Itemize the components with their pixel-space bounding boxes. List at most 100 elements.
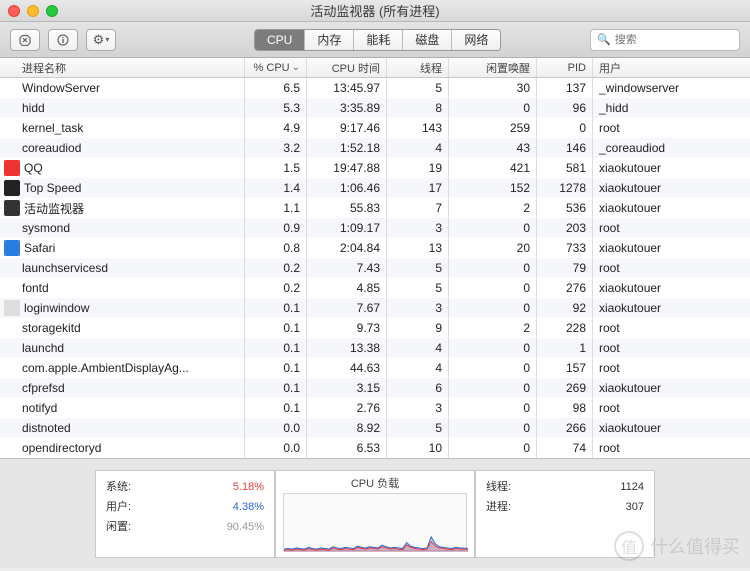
table-row[interactable]: fontd0.24.8550276xiaokutouer — [0, 278, 750, 298]
table-row[interactable]: distnoted0.08.9250266xiaokutouer — [0, 418, 750, 438]
cell-pid: 536 — [537, 198, 593, 218]
table-row[interactable]: launchd0.113.38401root — [0, 338, 750, 358]
cell-time: 4.85 — [307, 278, 387, 298]
table-header: 进程名称 % CPU CPU 时间 线程 闲置唤醒 PID 用户 — [0, 58, 750, 78]
cell-time: 9.73 — [307, 318, 387, 338]
table-row[interactable]: 活动监视器1.155.8372536xiaokutouer — [0, 198, 750, 218]
cell-user: xiaokutouer — [593, 198, 750, 218]
table-row[interactable]: sysmond0.91:09.1730203root — [0, 218, 750, 238]
column-header-user[interactable]: 用户 — [593, 58, 750, 77]
process-name: hidd — [22, 101, 45, 115]
cell-cpu: 0.9 — [245, 218, 307, 238]
table-row[interactable]: storagekitd0.19.7392228root — [0, 318, 750, 338]
cell-user: root — [593, 318, 750, 338]
table-row[interactable]: QQ1.519:47.8819421581xiaokutouer — [0, 158, 750, 178]
table-row[interactable]: coreaudiod3.21:52.18443146_coreaudiod — [0, 138, 750, 158]
column-header-threads[interactable]: 线程 — [387, 58, 449, 77]
inspect-process-button[interactable] — [48, 29, 78, 51]
column-header-name[interactable]: 进程名称 — [0, 58, 245, 77]
column-header-pid[interactable]: PID — [537, 58, 593, 77]
table-row[interactable]: loginwindow0.17.673092xiaokutouer — [0, 298, 750, 318]
process-name: com.apple.AmbientDisplayAg... — [22, 361, 189, 375]
table-row[interactable]: Safari0.82:04.841320733xiaokutouer — [0, 238, 750, 258]
tab-内存[interactable]: 内存 — [305, 30, 354, 50]
activity-icon — [4, 200, 20, 216]
cell-user: _coreaudiod — [593, 138, 750, 158]
window-title: 活动监视器 (所有进程) — [0, 1, 750, 20]
cell-cpu: 0.8 — [245, 238, 307, 258]
cell-wake: 152 — [449, 178, 537, 198]
table-row[interactable]: launchservicesd0.27.435079root — [0, 258, 750, 278]
cell-threads: 19 — [387, 158, 449, 178]
column-header-wake[interactable]: 闲置唤醒 — [449, 58, 537, 77]
cell-user: root — [593, 258, 750, 278]
idle-value: 90.45% — [227, 517, 264, 537]
cell-user: xiaokutouer — [593, 378, 750, 398]
cell-wake: 0 — [449, 218, 537, 238]
cell-cpu: 0.1 — [245, 398, 307, 418]
safari-icon — [4, 240, 20, 256]
table-row[interactable]: com.apple.AmbientDisplayAg...0.144.63401… — [0, 358, 750, 378]
cell-cpu: 0.2 — [245, 258, 307, 278]
processes-value: 307 — [626, 497, 644, 517]
minimize-window-button[interactable] — [27, 5, 39, 17]
table-row[interactable]: kernel_task4.99:17.461432590root — [0, 118, 750, 138]
cell-cpu: 6.5 — [245, 78, 307, 98]
process-name: Safari — [24, 241, 55, 255]
process-name: WindowServer — [22, 81, 100, 95]
tab-能耗[interactable]: 能耗 — [354, 30, 403, 50]
cell-wake: 0 — [449, 278, 537, 298]
cell-pid: 1278 — [537, 178, 593, 198]
table-row[interactable]: cfprefsd0.13.1560269xiaokutouer — [0, 378, 750, 398]
user-value: 4.38% — [233, 497, 264, 517]
cell-pid: 203 — [537, 218, 593, 238]
process-name: cfprefsd — [22, 381, 65, 395]
traffic-lights — [8, 5, 58, 17]
tab-网络[interactable]: 网络 — [452, 30, 500, 50]
search-field[interactable]: 🔍 — [590, 29, 740, 51]
cell-user: xiaokutouer — [593, 298, 750, 318]
info-icon — [57, 34, 69, 46]
cell-user: root — [593, 118, 750, 138]
process-name: launchservicesd — [22, 261, 108, 275]
stop-process-button[interactable] — [10, 29, 40, 51]
tab-CPU[interactable]: CPU — [255, 30, 305, 50]
process-table[interactable]: WindowServer6.513:45.97530137_windowserv… — [0, 78, 750, 458]
process-name: 活动监视器 — [24, 200, 84, 217]
close-window-button[interactable] — [8, 5, 20, 17]
column-header-time[interactable]: CPU 时间 — [307, 58, 387, 77]
cell-wake: 421 — [449, 158, 537, 178]
table-row[interactable]: Top Speed1.41:06.46171521278xiaokutouer — [0, 178, 750, 198]
column-header-cpu[interactable]: % CPU — [245, 58, 307, 77]
process-name: coreaudiod — [22, 141, 81, 155]
cell-cpu: 0.1 — [245, 338, 307, 358]
process-name: fontd — [22, 281, 49, 295]
cell-threads: 17 — [387, 178, 449, 198]
footer: 系统:5.18% 用户:4.38% 闲置:90.45% CPU 负载 线程:11… — [0, 458, 750, 568]
process-name: kernel_task — [22, 121, 83, 135]
cell-user: _windowserver — [593, 78, 750, 98]
chevron-down-icon: ▾ — [105, 35, 109, 44]
maximize-window-button[interactable] — [46, 5, 58, 17]
process-name: launchd — [22, 341, 64, 355]
table-row[interactable]: notifyd0.12.763098root — [0, 398, 750, 418]
cell-cpu: 1.1 — [245, 198, 307, 218]
cell-pid: 98 — [537, 398, 593, 418]
cell-time: 13.38 — [307, 338, 387, 358]
table-row[interactable]: hidd5.33:35.898096_hidd — [0, 98, 750, 118]
cell-time: 13:45.97 — [307, 78, 387, 98]
tab-磁盘[interactable]: 磁盘 — [403, 30, 452, 50]
cell-wake: 2 — [449, 318, 537, 338]
cell-threads: 3 — [387, 298, 449, 318]
cell-pid: 733 — [537, 238, 593, 258]
cell-cpu: 1.5 — [245, 158, 307, 178]
cell-pid: 0 — [537, 118, 593, 138]
table-row[interactable]: WindowServer6.513:45.97530137_windowserv… — [0, 78, 750, 98]
search-input[interactable] — [615, 34, 750, 46]
cell-pid: 146 — [537, 138, 593, 158]
cell-threads: 3 — [387, 218, 449, 238]
settings-button[interactable]: ⚙▾ — [86, 29, 116, 51]
table-row[interactable]: opendirectoryd0.06.5310074root — [0, 438, 750, 458]
cell-cpu: 0.0 — [245, 438, 307, 458]
process-name: distnoted — [22, 421, 71, 435]
